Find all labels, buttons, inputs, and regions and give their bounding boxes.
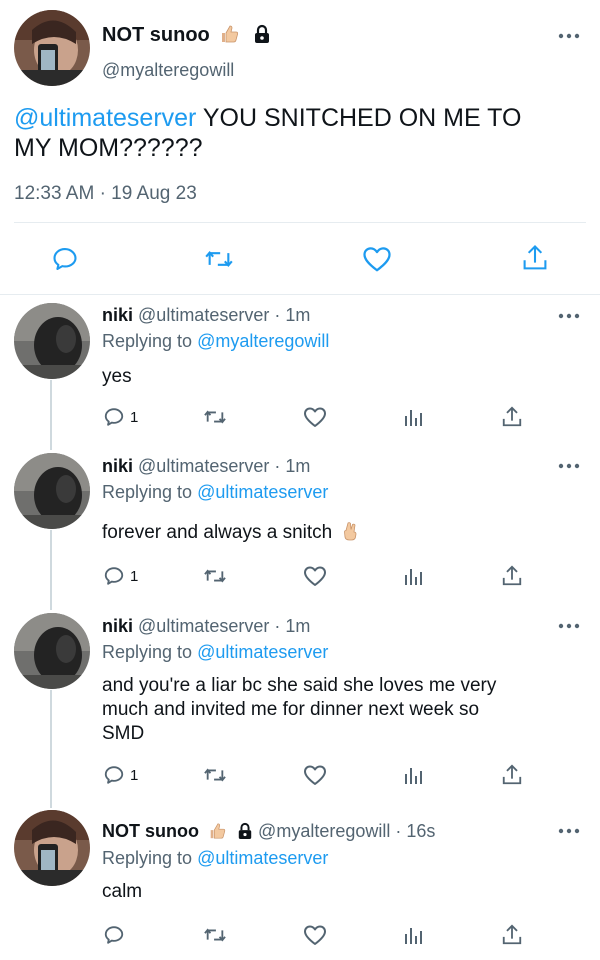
divider [14, 222, 586, 223]
avatar-niki[interactable] [14, 303, 90, 379]
thread-connector [50, 690, 52, 808]
handle[interactable]: @myalteregowill [102, 60, 234, 81]
avatar-not-sunoo[interactable] [14, 810, 90, 886]
avatar-not-sunoo[interactable] [14, 10, 90, 86]
reply-author-handle[interactable]: @myalteregowill [258, 821, 390, 841]
thumbs-up-emoji-icon [210, 823, 226, 839]
reply-icon[interactable] [103, 924, 125, 946]
replying-to: Replying to @ultimateserver [102, 482, 328, 503]
dot-separator: · [274, 305, 281, 325]
reply-author-name[interactable]: niki [102, 456, 133, 476]
analytics-icon[interactable] [403, 406, 423, 428]
reply-time[interactable]: 16s [406, 821, 435, 841]
replying-to-label: Replying to [102, 848, 193, 868]
replying-to-link[interactable]: @myalteregowill [197, 331, 329, 351]
reply-author-handle[interactable]: @ultimateserver [138, 305, 269, 325]
like-icon[interactable] [303, 764, 327, 786]
retweet-icon[interactable] [202, 764, 228, 786]
reply-time[interactable]: 1m [285, 456, 310, 476]
reply-count: 1 [130, 409, 139, 426]
reply-count: 1 [130, 568, 139, 585]
replying-to: Replying to @myalteregowill [102, 331, 329, 352]
tweet-text: @ultimateserver YOU SNITCHED ON ME TO [14, 103, 521, 133]
share-icon[interactable] [501, 564, 523, 588]
reply-header: niki @ultimateserver · 1m [102, 305, 310, 326]
replying-to-link[interactable]: @ultimateserver [197, 482, 328, 502]
reply-author-name[interactable]: niki [102, 616, 133, 636]
time[interactable]: 12:33 AM [14, 183, 94, 204]
reply-author-name[interactable]: niki [102, 305, 133, 325]
retweet-icon[interactable] [202, 565, 228, 587]
date[interactable]: 19 Aug 23 [111, 183, 197, 204]
analytics-icon[interactable] [403, 565, 423, 587]
more-options-icon[interactable] [558, 463, 580, 469]
more-options-icon[interactable] [558, 33, 580, 39]
dot-separator: · [274, 456, 281, 476]
dot-separator: · [99, 183, 106, 204]
reply-author-name[interactable]: NOT sunoo [102, 821, 199, 841]
dot-separator: · [395, 821, 402, 841]
reply-text-line: and you're a liar bc she said she loves … [102, 675, 497, 696]
avatar-niki[interactable] [14, 453, 90, 529]
analytics-icon[interactable] [403, 764, 423, 786]
replying-to-link[interactable]: @ultimateserver [197, 642, 328, 662]
retweet-icon[interactable] [203, 245, 235, 273]
reply-text: forever and always a snitch [102, 521, 360, 545]
reply-text-line: forever and always a snitch [102, 522, 333, 543]
reply-icon[interactable] [103, 565, 125, 587]
reply-header: niki @ultimateserver · 1m [102, 616, 310, 637]
analytics-icon[interactable] [403, 924, 423, 946]
retweet-icon[interactable] [202, 924, 228, 946]
retweet-icon[interactable] [202, 406, 228, 428]
like-icon[interactable] [362, 245, 392, 273]
lock-icon [238, 822, 252, 839]
reply-text: yes [102, 366, 132, 387]
reply-author-handle[interactable]: @ultimateserver [138, 616, 269, 636]
reply-author-handle[interactable]: @ultimateserver [138, 456, 269, 476]
like-icon[interactable] [303, 565, 327, 587]
thumbs-up-emoji-icon [222, 25, 239, 43]
share-icon[interactable] [501, 405, 523, 429]
reply-text: calm [102, 881, 143, 902]
more-options-icon[interactable] [558, 313, 580, 319]
share-icon[interactable] [501, 763, 523, 787]
display-name-text[interactable]: NOT sunoo [102, 24, 210, 46]
replying-to-link[interactable]: @ultimateserver [197, 848, 328, 868]
reply-header: NOT sunoo @myalteregowill · 16s [102, 821, 435, 842]
timestamp[interactable]: 12:33 AM · 19 Aug 23 [14, 183, 197, 205]
reply-time[interactable]: 1m [285, 305, 310, 325]
share-icon[interactable] [501, 923, 523, 947]
more-options-icon[interactable] [558, 828, 580, 834]
reply-icon[interactable] [103, 406, 125, 428]
dot-separator: · [274, 616, 281, 636]
reply-icon[interactable] [103, 764, 125, 786]
reply-time[interactable]: 1m [285, 616, 310, 636]
crossed-fingers-emoji-icon [343, 522, 356, 541]
like-icon[interactable] [303, 924, 327, 946]
avatar-niki[interactable] [14, 613, 90, 689]
tweet-text-line2: MY MOM?????? [14, 134, 203, 162]
thread-connector [50, 380, 52, 450]
lock-icon [254, 24, 269, 43]
reply-text-line: SMD [102, 723, 145, 744]
tweet-text-line1: YOU SNITCHED ON ME TO [202, 104, 522, 132]
mention-link[interactable]: @ultimateserver [14, 104, 196, 132]
thread-connector [50, 530, 52, 610]
display-name[interactable]: NOT sunoo [102, 24, 271, 47]
replying-to-label: Replying to [102, 331, 193, 351]
reply-count: 1 [130, 767, 139, 784]
replying-to-label: Replying to [102, 642, 193, 662]
reply-text-line: much and invited me for dinner next week… [102, 699, 480, 720]
like-icon[interactable] [303, 406, 327, 428]
share-icon[interactable] [521, 243, 549, 273]
replying-to-label: Replying to [102, 482, 193, 502]
reply-header: niki @ultimateserver · 1m [102, 456, 310, 477]
replying-to: Replying to @ultimateserver [102, 848, 328, 869]
divider [0, 294, 600, 295]
reply-icon[interactable] [51, 245, 79, 273]
replying-to: Replying to @ultimateserver [102, 642, 328, 663]
more-options-icon[interactable] [558, 623, 580, 629]
